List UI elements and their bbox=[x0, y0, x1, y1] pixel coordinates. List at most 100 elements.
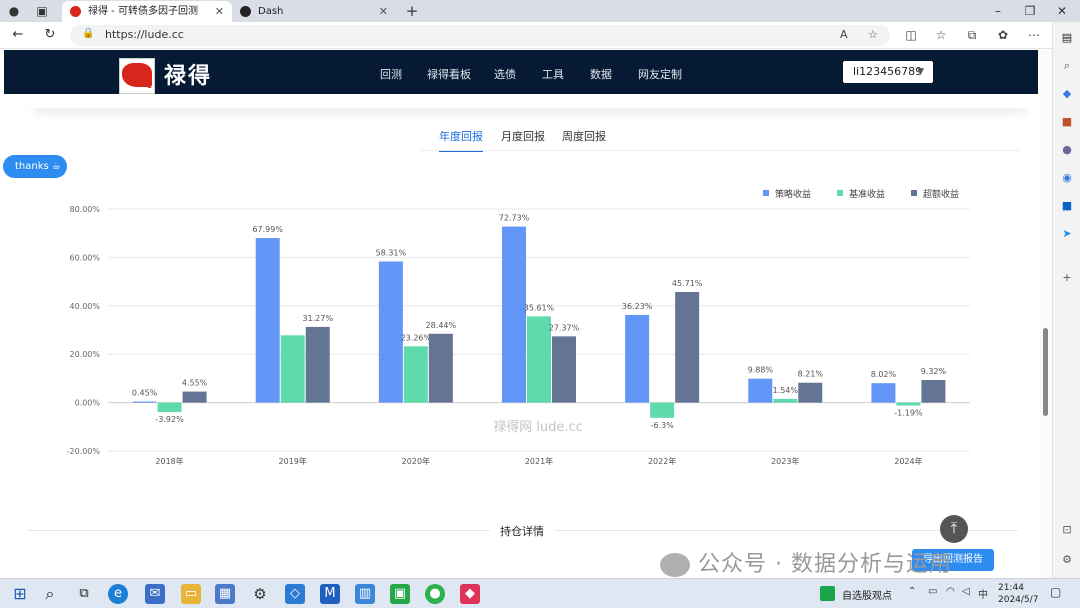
app-icon[interactable]: ▥ bbox=[355, 584, 375, 604]
bar-超额收益 bbox=[798, 382, 823, 403]
scroll-thumb[interactable] bbox=[1043, 328, 1048, 416]
data-label: 8.21% bbox=[798, 370, 824, 379]
data-label: 9.32% bbox=[921, 367, 947, 376]
y-tick-label: 20.00% bbox=[69, 350, 100, 359]
data-label: 0.45% bbox=[132, 389, 158, 398]
data-label: 8.02% bbox=[871, 370, 897, 379]
browser-tab-lude[interactable]: 禄得 - 可转债多因子回测 ✕ bbox=[62, 1, 232, 22]
favorites-icon[interactable]: ☆ bbox=[933, 27, 949, 43]
y-tick-label: 0.00% bbox=[75, 399, 101, 408]
sidebar-search-icon[interactable]: ⌕ bbox=[1059, 58, 1075, 74]
sidebar-screenshot-icon[interactable]: ⊡ bbox=[1059, 522, 1075, 538]
refresh-icon[interactable]: ↻ bbox=[42, 27, 58, 43]
stock-widget-icon[interactable] bbox=[820, 586, 835, 601]
pink-app-icon[interactable]: ◆ bbox=[460, 584, 480, 604]
wechat-watermark: 公众号 · 数据分析与运用 bbox=[660, 546, 952, 578]
bar-基准收益 bbox=[527, 316, 551, 403]
bar-策略收益 bbox=[378, 261, 403, 403]
wechat-app-icon[interactable]: ● bbox=[425, 584, 445, 604]
windows-start-icon[interactable]: ⊞ bbox=[10, 584, 30, 604]
data-label: 28.44% bbox=[426, 321, 457, 330]
bar-超额收益 bbox=[305, 326, 330, 403]
bar-策略收益 bbox=[132, 401, 157, 403]
bar-超额收益 bbox=[428, 333, 453, 403]
split-screen-icon[interactable]: ◫ bbox=[903, 27, 919, 43]
ime-indicator[interactable]: 中 bbox=[978, 586, 988, 601]
data-label: -3.92% bbox=[155, 415, 184, 424]
y-tick-label: 60.00% bbox=[69, 253, 100, 262]
favorite-star-icon[interactable]: ☆ bbox=[868, 28, 878, 41]
vscode-icon[interactable]: ◇ bbox=[285, 584, 305, 604]
task-view-icon[interactable]: ⧉ bbox=[74, 584, 94, 604]
address-toolbar: ← ↻ 🔒 https://lude.cc A ☆ ◫ ☆ ⧉ ✿ ⋯ bbox=[0, 22, 1052, 49]
x-tick-label: 2020年 bbox=[402, 456, 430, 466]
read-aloud-icon[interactable]: A bbox=[840, 28, 848, 41]
back-icon[interactable]: ← bbox=[10, 27, 26, 43]
tab-title: Dash bbox=[258, 6, 284, 17]
extensions-icon[interactable]: ✿ bbox=[995, 27, 1011, 43]
bar-基准收益 bbox=[896, 402, 921, 406]
m-app-icon[interactable]: M bbox=[320, 584, 340, 604]
sidebar-add-icon[interactable]: + bbox=[1059, 270, 1075, 286]
store-icon[interactable]: ▦ bbox=[215, 584, 235, 604]
data-label: 45.71% bbox=[672, 279, 703, 288]
data-label: 67.99% bbox=[252, 225, 283, 234]
sidebar-people-icon[interactable]: ● bbox=[1059, 142, 1075, 158]
x-tick-label: 2021年 bbox=[525, 456, 553, 466]
more-menu-icon[interactable]: ⋯ bbox=[1026, 27, 1042, 43]
tab-actions-icon[interactable]: ▣ bbox=[34, 3, 50, 19]
minimize-icon[interactable]: – bbox=[990, 3, 1006, 19]
mail-icon[interactable]: ✉ bbox=[145, 584, 165, 604]
sidebar-settings-icon[interactable]: ⚙ bbox=[1059, 552, 1075, 568]
window-close-icon[interactable]: ✕ bbox=[1054, 3, 1070, 19]
sidebar-tag-icon[interactable]: ◆ bbox=[1059, 86, 1075, 102]
edge-sidebar: ▤ ⌕ ◆ ■ ● ◉ ■ ➤ + ⊡ ⚙ bbox=[1052, 22, 1080, 578]
back-to-top-icon[interactable]: ⤒ bbox=[940, 515, 968, 543]
bar-基准收益 bbox=[157, 402, 182, 413]
bar-超额收益 bbox=[675, 291, 700, 403]
collections-icon[interactable]: ⧉ bbox=[964, 27, 980, 43]
green-app-icon[interactable]: ▣ bbox=[390, 584, 410, 604]
legend-label: 策略收益 bbox=[775, 188, 811, 200]
x-tick-label: 2018年 bbox=[155, 456, 183, 466]
wifi-icon[interactable]: ◠ bbox=[946, 586, 955, 597]
browser-tab-dash[interactable]: Dash ✕ bbox=[232, 1, 396, 22]
stock-widget-text[interactable]: 自选股观点 bbox=[842, 587, 892, 602]
bar-基准收益 bbox=[280, 335, 305, 403]
data-label: 27.37% bbox=[549, 323, 580, 332]
wechat-icon bbox=[660, 553, 690, 577]
sidebar-send-icon[interactable]: ➤ bbox=[1059, 226, 1075, 242]
new-tab-icon[interactable]: + bbox=[404, 3, 420, 19]
profile-icon[interactable]: ● bbox=[6, 3, 22, 19]
sidebar-toggle-icon[interactable]: ▤ bbox=[1059, 30, 1075, 46]
close-tab-icon[interactable]: ✕ bbox=[215, 1, 224, 22]
system-clock[interactable]: 21:44 2024/5/7 bbox=[998, 582, 1038, 606]
edge-browser-icon[interactable]: e bbox=[108, 584, 128, 604]
bar-策略收益 bbox=[748, 378, 773, 403]
maximize-icon[interactable]: ❐ bbox=[1022, 3, 1038, 19]
sidebar-office-icon[interactable]: ◉ bbox=[1059, 170, 1075, 186]
search-icon[interactable]: ⌕ bbox=[40, 584, 60, 604]
system-tray: 自选股观点 ⌃ ▭ ◠ ◁ 中 bbox=[820, 579, 1080, 609]
volume-icon[interactable]: ◁ bbox=[962, 586, 970, 597]
bar-基准收益 bbox=[773, 398, 798, 403]
sidebar-outlook-icon[interactable]: ■ bbox=[1059, 198, 1075, 214]
close-tab-icon[interactable]: ✕ bbox=[379, 1, 388, 22]
legend-swatch bbox=[837, 190, 843, 196]
address-bar[interactable]: 🔒 https://lude.cc A ☆ bbox=[70, 25, 890, 46]
settings-icon[interactable]: ⚙ bbox=[250, 584, 270, 604]
tab-title: 禄得 - 可转债多因子回测 bbox=[88, 6, 198, 17]
bar-超额收益 bbox=[552, 336, 576, 403]
battery-icon[interactable]: ▭ bbox=[928, 586, 937, 597]
browser-tab-bar: ● ▣ 禄得 - 可转债多因子回测 ✕ Dash ✕ + – ❐ ✕ bbox=[0, 0, 1080, 22]
site-viewport: c 禄得 回测 禄得看板 选债 工具 数据 网友定制 li123456789 ▼… bbox=[0, 50, 1040, 578]
x-tick-label: 2022年 bbox=[648, 456, 676, 466]
notifications-icon[interactable]: ▢ bbox=[1050, 585, 1061, 599]
file-explorer-icon[interactable]: ▭ bbox=[181, 584, 201, 604]
page-scrollbar[interactable] bbox=[1040, 50, 1052, 578]
tray-chevron-icon[interactable]: ⌃ bbox=[908, 586, 916, 597]
data-label: 31.27% bbox=[302, 314, 333, 323]
bar-策略收益 bbox=[871, 383, 896, 403]
sidebar-tools-icon[interactable]: ■ bbox=[1059, 114, 1075, 130]
bar-策略收益 bbox=[255, 238, 280, 403]
